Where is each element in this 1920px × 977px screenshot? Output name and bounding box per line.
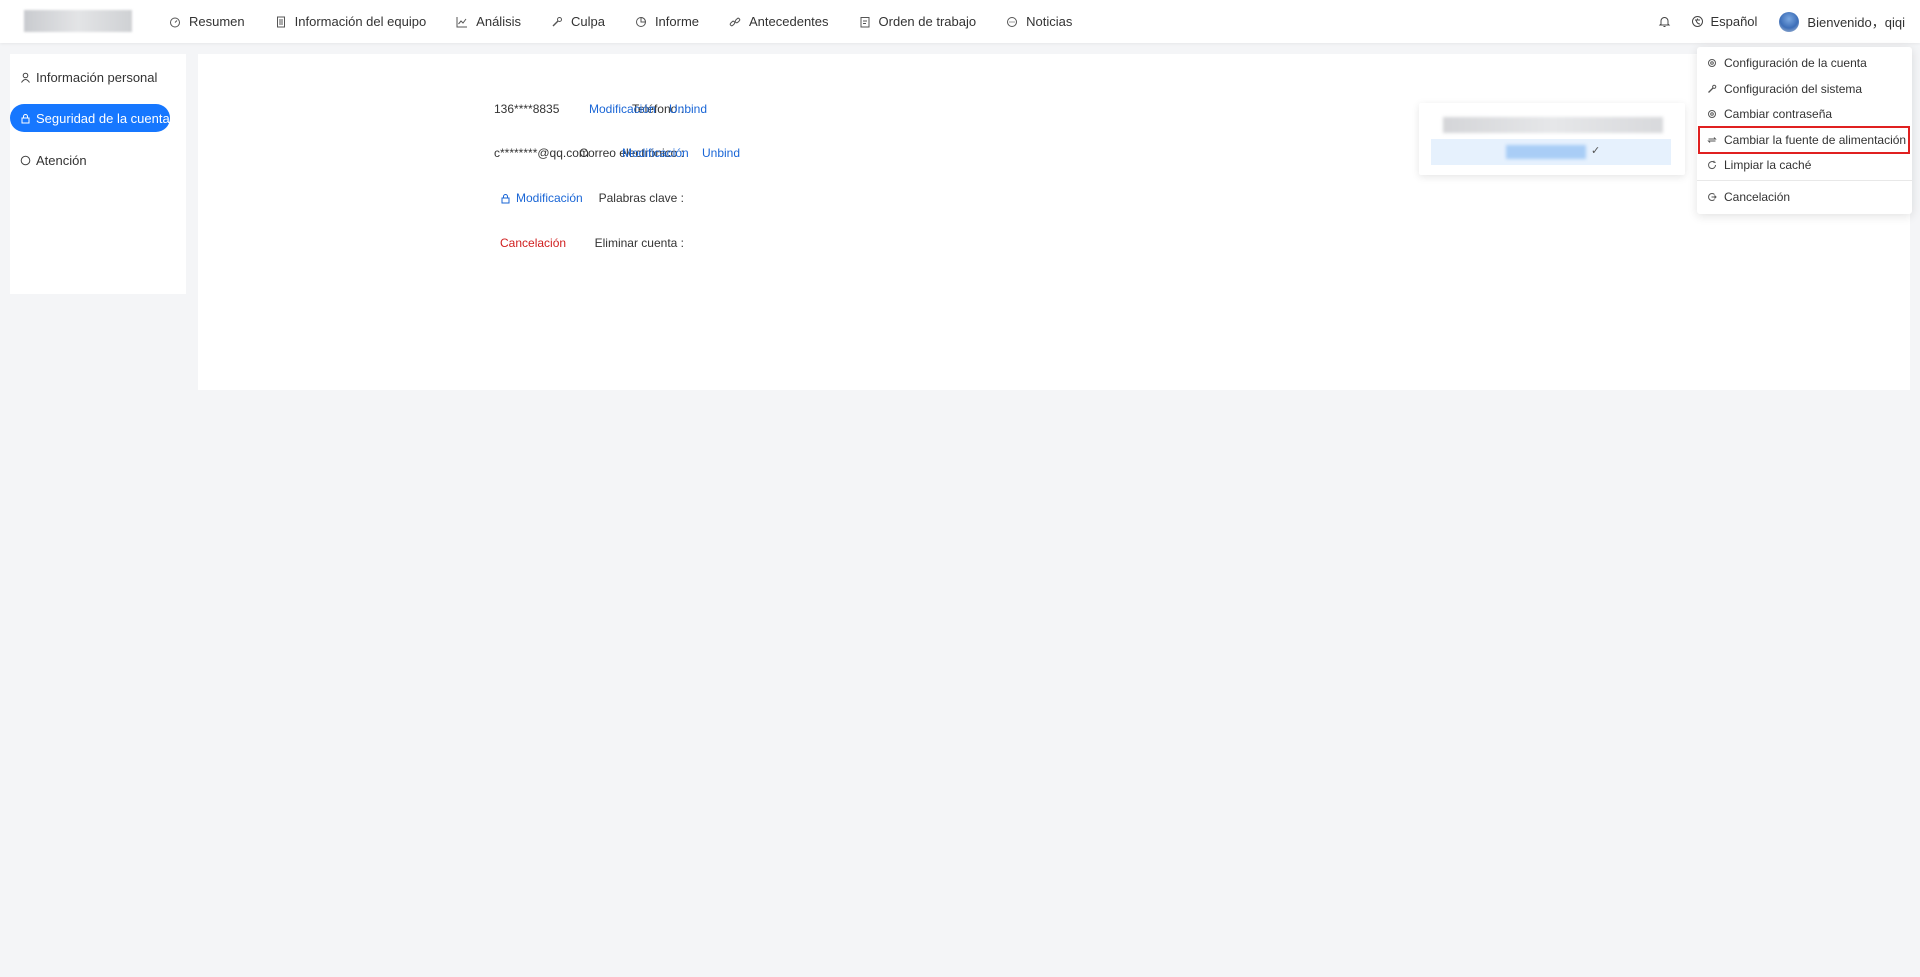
message-icon: [1006, 16, 1018, 28]
delete-account-link[interactable]: Cancelación: [500, 236, 566, 250]
sidebar-item-account-security[interactable]: Seguridad de la cuenta: [10, 104, 170, 132]
user-menu-trigger[interactable]: Bienvenido，qiqi: [1779, 11, 1905, 32]
nav-item-label: Noticias: [1026, 14, 1073, 29]
user-dropdown-menu: Configuración de la cuenta Configuración…: [1697, 47, 1912, 214]
menu-divider: [1697, 180, 1912, 181]
menu-item-label: Cambiar contraseña: [1724, 107, 1833, 121]
nav-item-label: Información del equipo: [294, 14, 427, 29]
email-unbind-link[interactable]: Unbind: [702, 146, 740, 160]
language-label: Español: [1710, 14, 1758, 29]
password-label: Palabras clave :: [598, 191, 684, 205]
pie-chart-icon: [635, 16, 647, 28]
nav-item-label: Antecedentes: [749, 14, 829, 29]
menu-item-label: Configuración de la cuenta: [1724, 56, 1867, 70]
sidebar-item-label: Información personal: [36, 69, 158, 85]
language-option-selected[interactable]: ✓: [1431, 139, 1671, 165]
main-nav: Resumen Información del equipo Análisis …: [154, 0, 1087, 43]
menu-item-system-settings[interactable]: Configuración del sistema: [1697, 77, 1912, 101]
menu-item-change-password[interactable]: Cambiar contraseña: [1697, 102, 1912, 126]
email-modify-link[interactable]: Modificación: [622, 146, 689, 160]
clipboard-icon: [859, 16, 871, 28]
gear-icon: [1708, 110, 1716, 118]
sidebar-item-label: Atención: [36, 152, 87, 168]
check-icon: ✓: [1591, 145, 1601, 157]
link-icon: [729, 16, 741, 28]
menu-item-logout[interactable]: Cancelación: [1697, 185, 1912, 209]
avatar: [1779, 11, 1800, 32]
menu-item-switch-power-source[interactable]: Cambiar la fuente de alimentación: [1698, 126, 1910, 154]
refresh-icon: [1708, 160, 1717, 170]
wrench-icon: [551, 16, 563, 28]
nav-item-noticias[interactable]: Noticias: [991, 0, 1087, 43]
user-icon: [21, 72, 30, 83]
menu-item-clear-cache[interactable]: Limpiar la caché: [1697, 153, 1912, 177]
sidebar-item-attention[interactable]: Atención: [10, 146, 87, 174]
nav-item-label: Informe: [654, 14, 700, 29]
settings-sidebar: Información personal Seguridad de la cue…: [10, 54, 186, 294]
phone-unbind-link[interactable]: Unbind: [669, 102, 707, 116]
password-modify-label: Modificación: [516, 191, 583, 205]
nav-item-informe[interactable]: Informe: [620, 0, 714, 43]
top-navigation-bar: Resumen Información del equipo Análisis …: [0, 0, 1920, 43]
notifications-button[interactable]: [1658, 15, 1671, 28]
menu-item-label: Limpiar la caché: [1724, 158, 1812, 172]
dashboard-icon: [169, 16, 181, 28]
nav-item-label: Resumen: [189, 14, 245, 29]
header-tools: Español Bienvenido，qiqi: [1638, 0, 1905, 43]
language-option-label: [1506, 145, 1586, 159]
nav-item-culpa[interactable]: Culpa: [536, 0, 620, 43]
document-icon: [275, 16, 287, 28]
nav-item-label: Análisis: [476, 14, 521, 29]
menu-item-account-settings[interactable]: Configuración de la cuenta: [1697, 51, 1912, 75]
circle-icon: [20, 155, 31, 165]
lock-icon: [21, 113, 30, 123]
bell-icon: [1659, 17, 1671, 27]
lock-icon: [501, 193, 510, 203]
nav-item-antecedentes[interactable]: Antecedentes: [714, 0, 844, 43]
logout-icon: [1708, 193, 1717, 201]
nav-item-informacion-equipo[interactable]: Información del equipo: [260, 0, 442, 43]
nav-item-label: Orden de trabajo: [878, 14, 977, 29]
phone-value: 136****8835: [494, 102, 560, 116]
sidebar-item-personal-info[interactable]: Información personal: [10, 63, 157, 91]
menu-item-label: Cambiar la fuente de alimentación: [1724, 133, 1907, 147]
email-value: c********@qq.com: [494, 146, 589, 160]
nav-item-resumen[interactable]: Resumen: [154, 0, 260, 43]
swap-icon: [1707, 137, 1717, 143]
line-chart-icon: [456, 16, 468, 28]
delete-account-label: Eliminar cuenta :: [594, 236, 684, 250]
menu-item-label: Configuración del sistema: [1724, 82, 1863, 96]
language-selector[interactable]: Español: [1691, 14, 1757, 29]
nav-item-label: Culpa: [570, 14, 605, 29]
menu-item-label: Cancelación: [1724, 190, 1791, 204]
nav-item-orden-trabajo[interactable]: Orden de trabajo: [844, 0, 992, 43]
logo[interactable]: [24, 10, 132, 32]
password-modify-link[interactable]: Modificación: [500, 191, 583, 205]
nav-item-analisis[interactable]: Análisis: [441, 0, 536, 43]
sidebar-item-label: Seguridad de la cuenta: [36, 110, 170, 126]
phone-modify-link[interactable]: Modificación: [589, 102, 656, 116]
wrench-icon: [1708, 84, 1717, 93]
greeting-text: Bienvenido，qiqi: [1807, 15, 1905, 30]
language-option[interactable]: [1443, 117, 1663, 133]
language-dropdown: ✓: [1419, 103, 1685, 175]
language-icon: [1692, 16, 1704, 27]
gear-icon: [1708, 59, 1716, 67]
